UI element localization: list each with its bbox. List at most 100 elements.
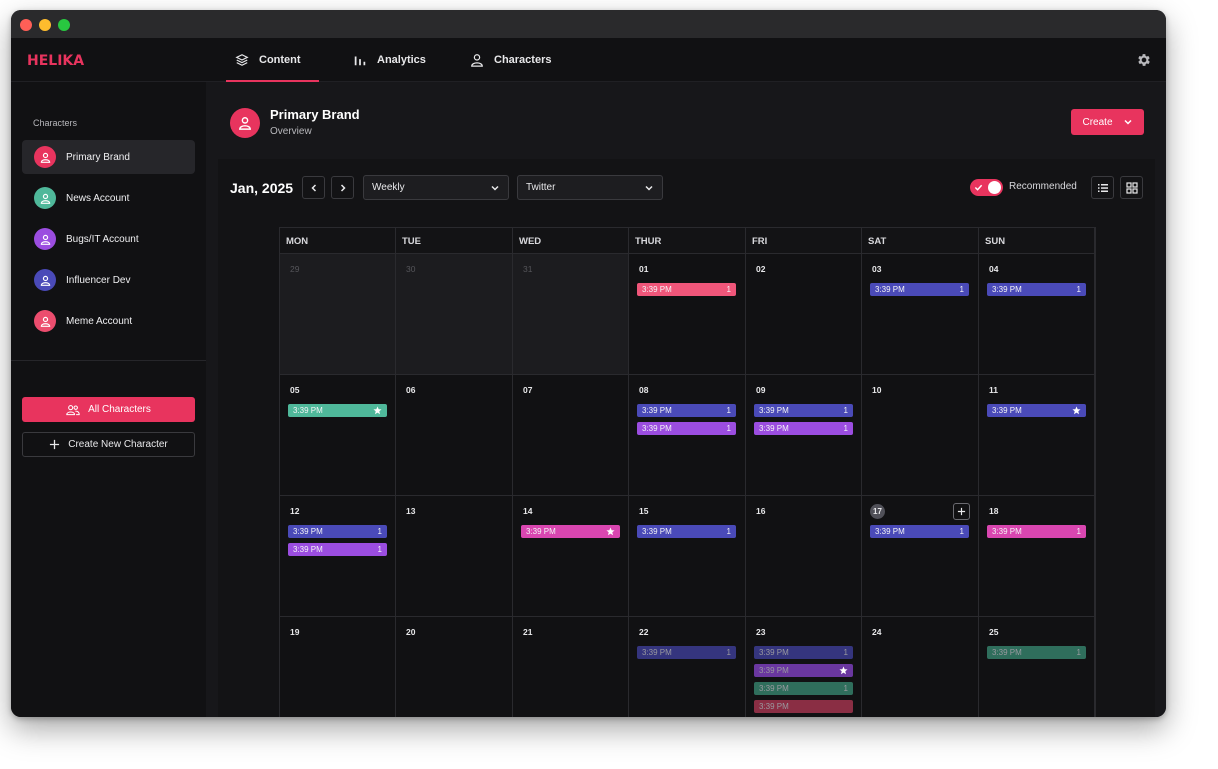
next-month-button[interactable] (331, 176, 354, 199)
calendar-day-cell[interactable]: 07 (513, 375, 629, 496)
event-count: 1 (959, 527, 964, 536)
close-window-button[interactable] (20, 19, 32, 31)
user-icon (471, 54, 483, 67)
main-content: Primary Brand Overview Create Jan, 2025 … (206, 82, 1166, 717)
sidebar-character-item[interactable]: Meme Account (22, 304, 195, 338)
tab-characters[interactable]: Characters (470, 38, 551, 82)
calendar-day-cell[interactable]: 20 (396, 617, 513, 717)
calendar-event[interactable]: 3:39 PM 1 (987, 525, 1086, 538)
calendar-day-cell[interactable]: 15 3:39 PM 1 (629, 496, 746, 617)
event-time: 3:39 PM (759, 666, 789, 675)
calendar-day-cell[interactable]: 13 (396, 496, 513, 617)
day-number: 24 (872, 627, 882, 637)
calendar-day-cell[interactable]: 04 3:39 PM 1 (979, 254, 1095, 375)
sidebar-character-item[interactable]: Bugs/IT Account (22, 222, 195, 256)
calendar-event[interactable]: 3:39 PM 1 (637, 525, 736, 538)
tab-analytics[interactable]: Analytics (353, 38, 426, 82)
calendar-day-cell[interactable]: 10 (862, 375, 979, 496)
calendar-event[interactable]: 3:39 PM (754, 664, 853, 677)
calendar-day-cell[interactable]: 02 (746, 254, 862, 375)
calendar-day-cell[interactable]: 18 3:39 PM 1 (979, 496, 1095, 617)
calendar-event[interactable]: 3:39 PM 1 (288, 543, 387, 556)
character-avatar (34, 310, 56, 332)
calendar-day-cell[interactable]: 29 (280, 254, 396, 375)
event-time: 3:39 PM (293, 527, 323, 536)
calendar-day-cell[interactable]: 09 3:39 PM 1 3:39 PM 1 (746, 375, 862, 496)
gear-icon[interactable] (1136, 52, 1152, 68)
create-label: Create (1082, 116, 1113, 128)
calendar-event[interactable]: 3:39 PM 1 (987, 646, 1086, 659)
event-time: 3:39 PM (875, 285, 905, 294)
calendar-day-cell[interactable]: 06 (396, 375, 513, 496)
calendar-event[interactable]: 3:39 PM (754, 700, 853, 713)
sidebar-character-item[interactable]: Influencer Dev (22, 263, 195, 297)
calendar-day-cell[interactable]: 12 3:39 PM 1 3:39 PM 1 (280, 496, 396, 617)
sidebar-character-item[interactable]: Primary Brand (22, 140, 195, 174)
calendar-event[interactable]: 3:39 PM 1 (754, 682, 853, 695)
maximize-window-button[interactable] (58, 19, 70, 31)
list-view-button[interactable] (1091, 176, 1114, 199)
helika-logo[interactable]: HELIKA (27, 51, 117, 69)
star-icon (606, 527, 615, 536)
previous-month-button[interactable] (302, 176, 325, 199)
all-characters-button[interactable]: All Characters (22, 397, 195, 422)
view-select[interactable]: Weekly (363, 175, 509, 200)
recommended-toggle[interactable] (970, 179, 1003, 196)
calendar-event[interactable]: 3:39 PM 1 (987, 283, 1086, 296)
weekday-header: SUN (979, 228, 1095, 254)
calendar-event[interactable]: 3:39 PM 1 (754, 404, 853, 417)
day-number: 02 (756, 264, 766, 274)
calendar-event[interactable]: 3:39 PM (288, 404, 387, 417)
tab-analytics-label: Analytics (377, 54, 426, 66)
event-time: 3:39 PM (526, 527, 556, 536)
calendar-day-cell[interactable]: 11 3:39 PM (979, 375, 1095, 496)
calendar-event[interactable]: 3:39 PM 1 (637, 404, 736, 417)
calendar-event[interactable]: 3:39 PM (987, 404, 1086, 417)
calendar-event[interactable]: 3:39 PM 1 (754, 646, 853, 659)
event-count: 1 (726, 648, 731, 657)
calendar-day-cell[interactable]: 22 3:39 PM 1 (629, 617, 746, 717)
calendar-day-cell[interactable]: 17 3:39 PM 1 (862, 496, 979, 617)
calendar-event[interactable]: 3:39 PM 1 (288, 525, 387, 538)
day-number: 11 (989, 385, 998, 395)
calendar-day-cell[interactable]: 03 3:39 PM 1 (862, 254, 979, 375)
platform-select[interactable]: Twitter (517, 175, 663, 200)
recommended-label: Recommended (1009, 181, 1077, 192)
event-count: 1 (843, 648, 848, 657)
calendar-day-cell[interactable]: 23 3:39 PM 1 3:39 PM 3:39 PM 1 3:39 PM (746, 617, 862, 717)
sidebar-character-item[interactable]: News Account (22, 181, 195, 215)
calendar-day-cell[interactable]: 08 3:39 PM 1 3:39 PM 1 (629, 375, 746, 496)
add-post-button[interactable] (953, 503, 970, 520)
calendar-event[interactable]: 3:39 PM 1 (870, 525, 969, 538)
bar-chart-icon (354, 56, 366, 66)
calendar-day-cell[interactable]: 05 3:39 PM (280, 375, 396, 496)
day-number: 03 (872, 264, 882, 274)
calendar-day-cell[interactable]: 21 (513, 617, 629, 717)
event-count: 1 (377, 527, 382, 536)
calendar-day-cell[interactable]: 01 3:39 PM 1 (629, 254, 746, 375)
tab-content[interactable]: Content (226, 38, 318, 82)
calendar-event[interactable]: 3:39 PM 1 (870, 283, 969, 296)
calendar-event[interactable]: 3:39 PM 1 (637, 283, 736, 296)
calendar-day-cell[interactable]: 24 (862, 617, 979, 717)
create-new-character-button[interactable]: Create New Character (22, 432, 195, 457)
calendar-day-cell[interactable]: 25 3:39 PM 1 (979, 617, 1095, 717)
calendar-event[interactable]: 3:39 PM 1 (637, 422, 736, 435)
calendar-day-cell[interactable]: 31 (513, 254, 629, 375)
calendar-event[interactable]: 3:39 PM (521, 525, 620, 538)
day-number: 29 (290, 264, 300, 274)
event-count: 1 (1076, 648, 1081, 657)
calendar-day-cell[interactable]: 19 (280, 617, 396, 717)
create-button[interactable]: Create (1071, 109, 1144, 135)
calendar-event[interactable]: 3:39 PM 1 (637, 646, 736, 659)
calendar-day-cell[interactable]: 16 (746, 496, 862, 617)
grid-view-button[interactable] (1120, 176, 1143, 199)
character-name: News Account (66, 192, 130, 204)
day-number: 12 (290, 506, 300, 516)
calendar-day-cell[interactable]: 14 3:39 PM (513, 496, 629, 617)
calendar-event[interactable]: 3:39 PM 1 (754, 422, 853, 435)
minimize-window-button[interactable] (39, 19, 51, 31)
calendar-day-cell[interactable]: 30 (396, 254, 513, 375)
character-avatar (34, 269, 56, 291)
event-count: 1 (959, 285, 964, 294)
